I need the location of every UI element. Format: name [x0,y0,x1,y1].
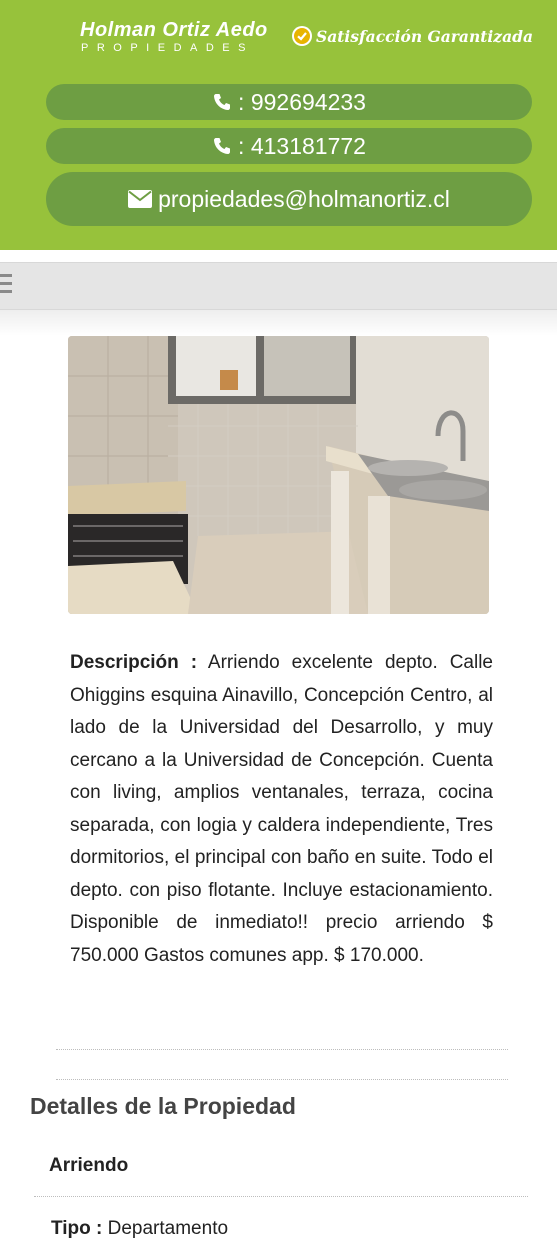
phone-icon [212,136,232,156]
property-photo[interactable] [68,336,489,614]
description-label: Descripción : [70,652,198,673]
type-value: Departamento [102,1218,229,1239]
navbar-shadow [0,310,557,336]
divider [56,1049,508,1050]
type-label: Tipo : [51,1218,103,1239]
menu-icon[interactable] [0,274,12,296]
phone-icon [212,92,232,112]
logo-name: Holman Ortiz Aedo [80,19,268,41]
divider [34,1196,528,1197]
tagline-text: Satisfacción Garantizada [316,26,534,46]
property-type: Tipo : Departamento [51,1218,228,1240]
phone-2-number: : 413181772 [238,132,366,159]
details-title: Detalles de la Propiedad [30,1093,296,1119]
phone-2-button[interactable]: : 413181772 [46,128,532,164]
navbar [0,262,557,310]
description-text: Arriendo excelente depto. Calle Ohiggins… [70,652,493,966]
email-address: propiedades@holmanortiz.cl [158,185,450,212]
site-header: Holman Ortiz Aedo PROPIEDADES Satisfacci… [0,0,557,250]
logo[interactable]: Holman Ortiz Aedo PROPIEDADES [80,19,290,55]
tagline: Satisfacción Garantizada [292,26,533,46]
envelope-icon [128,190,153,208]
check-circle-icon [292,26,312,46]
phone-1-button[interactable]: : 992694233 [46,84,532,120]
operation-value: Arriendo [49,1155,129,1176]
kitchen-photo-illustration [68,336,489,614]
logo-subtitle: PROPIEDADES [81,42,254,54]
phone-1-number: : 992694233 [238,88,366,115]
property-description: Descripción : Arriendo excelente depto. … [70,647,493,972]
email-button[interactable]: propiedades@holmanortiz.cl [46,172,532,226]
divider [56,1079,508,1080]
